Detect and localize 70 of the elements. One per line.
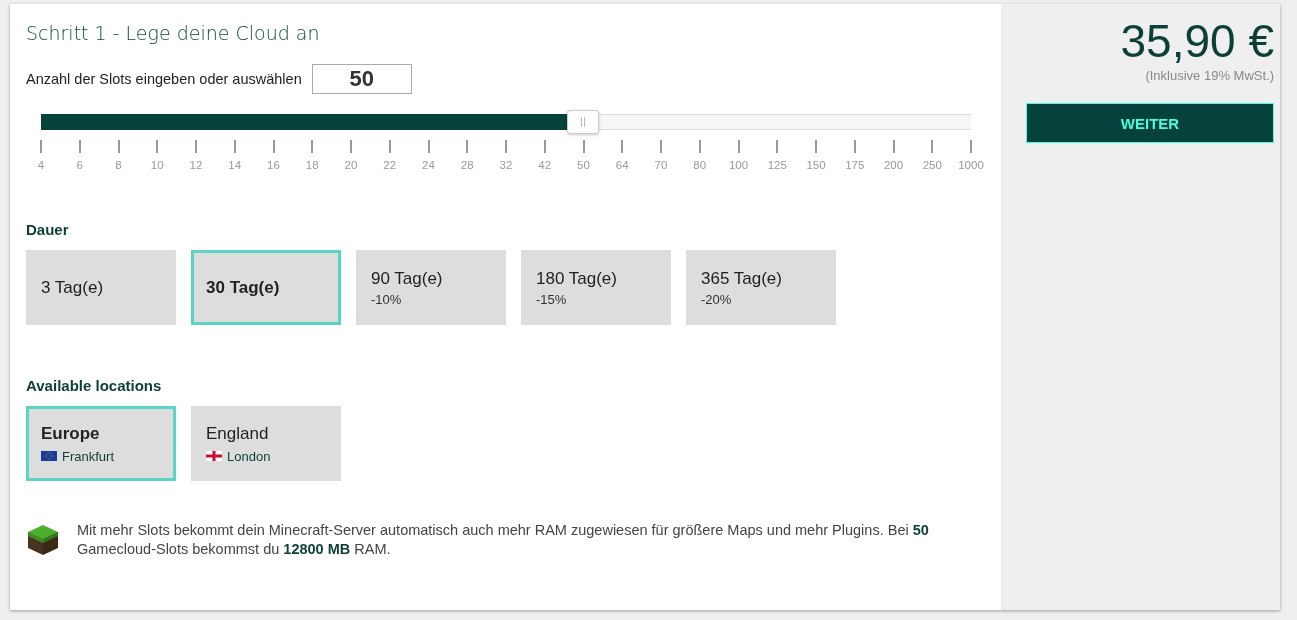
tick-mark: [582, 140, 585, 153]
tick-mark: [543, 140, 546, 153]
tax-note: (Inklusive 19% MwSt.): [1145, 68, 1274, 83]
section-heading: Dauer: [26, 221, 70, 238]
flag-icon: [206, 451, 222, 461]
tick-label: 10: [150, 159, 164, 171]
duration-option[interactable]: 90 Tag(e) -10%: [356, 250, 506, 325]
tick-label: 80: [693, 159, 707, 171]
tick-mark: [427, 140, 430, 153]
step-title: Schritt 1 - Lege deine Cloud an: [26, 22, 321, 44]
tick-label: 250: [922, 159, 942, 171]
tick-mark: [776, 140, 779, 153]
tick-mark: [815, 140, 817, 153]
tick-mark: [931, 140, 934, 153]
location-option[interactable]: Europe Frankfurt: [26, 406, 176, 481]
tick-mark: [233, 140, 236, 153]
tick-label: 6: [76, 159, 83, 171]
duration-option[interactable]: 3 Tag(e): [26, 250, 176, 325]
tick-mark: [466, 140, 469, 153]
tick-mark: [737, 140, 740, 153]
tick-mark: [621, 140, 624, 153]
tick-mark: [892, 140, 895, 153]
tick-label: 22: [383, 159, 397, 171]
continue-button[interactable]: WEITER: [1026, 103, 1274, 143]
tick-label: 4: [37, 159, 45, 171]
tick-mark: [78, 140, 81, 153]
tick-label: 70: [654, 159, 668, 171]
tick-label: 8: [115, 159, 122, 171]
slots-input[interactable]: 50: [311, 64, 412, 94]
tick-label: 20: [344, 159, 358, 171]
duration-option[interactable]: 30 Tag(e): [191, 250, 341, 325]
tick-label: 16: [267, 159, 280, 171]
tick-mark: [195, 140, 197, 153]
tick-mark: [698, 140, 701, 153]
tick-mark: [388, 140, 391, 153]
tick-label: 150: [806, 159, 826, 171]
tick-label: 64: [615, 159, 629, 171]
tick-label: 1000: [958, 159, 984, 171]
tick-label: 24: [422, 159, 435, 171]
tick-label: 200: [883, 159, 904, 171]
tick-mark: [660, 140, 662, 153]
grass-block-icon: [26, 523, 60, 557]
tick-mark: [853, 140, 856, 153]
tick-mark: [40, 140, 42, 153]
slider-thumb[interactable]: [567, 110, 600, 134]
tick-mark: [117, 140, 120, 153]
tick-mark: [311, 140, 314, 153]
tick-mark: [272, 140, 275, 153]
slots-label: Anzahl der Slots eingeben oder auswählen: [26, 71, 302, 87]
duration-option[interactable]: 180 Tag(e) -15%: [521, 250, 671, 325]
tick-label: 42: [538, 159, 552, 171]
section-heading: Available locations: [26, 377, 163, 394]
tick-label: 18: [305, 159, 319, 171]
tick-mark: [350, 140, 352, 153]
tick-label: 14: [228, 159, 242, 171]
tick-mark: [505, 140, 507, 153]
price: 35,90 €: [1120, 18, 1274, 64]
tick-label: 28: [460, 159, 474, 171]
tick-label: 125: [767, 159, 787, 171]
tick-label: 100: [728, 159, 749, 171]
info-text: Mit mehr Slots bekommt dein Minecraft-Server automatisch auch mehr RAM zugewiesen für größere Maps und mehr Plugins. Bei 50 Gamecloud-Slots bekommst du 12800 MB RAM.: [77, 521, 930, 559]
tick-label: 12: [189, 159, 203, 171]
tick-mark: [970, 140, 972, 153]
tick-mark: [156, 140, 159, 153]
location-option[interactable]: England London: [191, 406, 341, 481]
duration-option[interactable]: 365 Tag(e) -20%: [686, 250, 836, 325]
tick-label: 32: [499, 159, 513, 171]
flag-icon: [41, 451, 57, 461]
tick-label: 50: [577, 159, 590, 171]
tick-label: 175: [845, 159, 865, 171]
